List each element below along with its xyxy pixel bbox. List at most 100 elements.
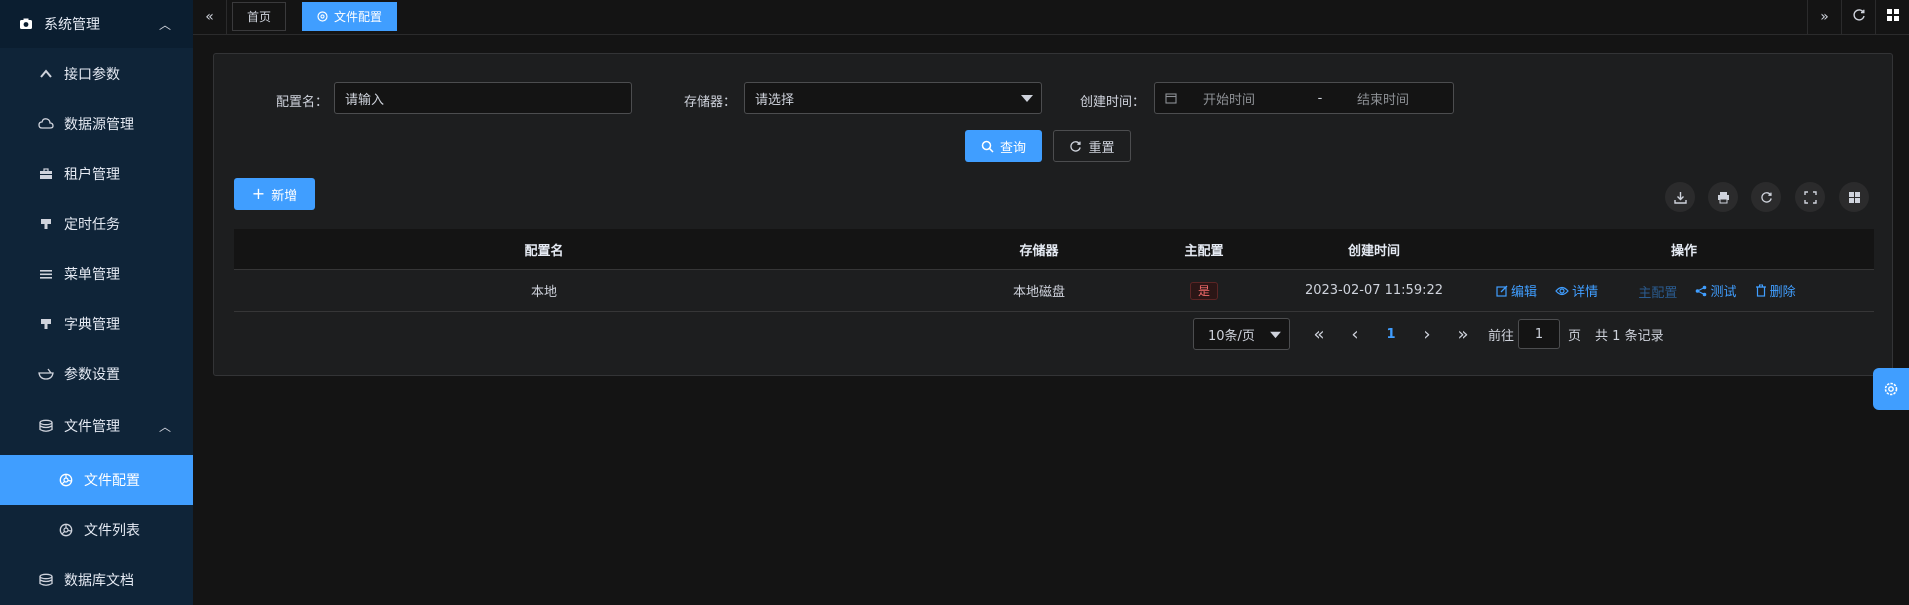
query-button[interactable]: 查询 xyxy=(965,130,1042,162)
sidebar-item-api-params[interactable]: 接口参数 xyxy=(0,49,193,99)
config-table: 配置名 存储器 主配置 创建时间 操作 本地 本地磁盘 是 2023-02-07… xyxy=(234,229,1874,312)
sidebar-item-tenant[interactable]: 租户管理 xyxy=(0,149,193,199)
page-unit-label: 页 xyxy=(1568,328,1582,344)
sidebar-item-label: 租户管理 xyxy=(64,167,120,183)
caret-down-icon xyxy=(1270,330,1281,339)
sidebar-item-file-config[interactable]: 文件配置 xyxy=(0,455,193,505)
eye-icon xyxy=(1555,285,1569,297)
page-number-current[interactable]: 1 xyxy=(1380,327,1402,342)
edit-button[interactable]: 编辑 xyxy=(1496,281,1537,300)
status-badge: 是 xyxy=(1189,282,1218,300)
scroll-left-button[interactable]: « xyxy=(193,0,227,34)
delete-button[interactable]: 删除 xyxy=(1755,281,1796,300)
aperture-icon xyxy=(58,522,74,538)
fullscreen-button[interactable] xyxy=(1795,182,1825,212)
goto-page-input[interactable]: 1 xyxy=(1518,319,1561,349)
range-separator: - xyxy=(1317,90,1323,106)
sidebar-item-dictionary[interactable]: 字典管理 xyxy=(0,299,193,349)
storage-select[interactable]: 请选择 xyxy=(744,82,1042,114)
sidebar-item-label: 文件配置 xyxy=(84,473,140,489)
sidebar-root-label: 系统管理 xyxy=(44,17,100,33)
sidebar-item-menu[interactable]: 菜单管理 xyxy=(0,249,193,299)
refresh-icon xyxy=(1069,140,1082,153)
column-settings-button[interactable] xyxy=(1839,182,1869,212)
sidebar-item-datasource[interactable]: 数据源管理 xyxy=(0,99,193,149)
sidebar-item-label: 字典管理 xyxy=(64,317,120,333)
reset-button[interactable]: 重置 xyxy=(1053,130,1131,162)
add-button[interactable]: + 新增 xyxy=(234,178,315,210)
chevron-up-icon xyxy=(38,66,54,82)
grid-icon xyxy=(1848,191,1861,204)
storage-label: 存储器： xyxy=(684,95,737,110)
next-page-button[interactable]: › xyxy=(1416,324,1438,345)
scroll-right-button[interactable]: » xyxy=(1807,0,1841,34)
detail-button[interactable]: 详情 xyxy=(1555,281,1598,300)
set-master-button[interactable]: 主配置 xyxy=(1638,282,1677,301)
page-size-select[interactable]: 10条/页 xyxy=(1193,318,1290,350)
calendar-icon xyxy=(1165,92,1177,104)
cell-created: 2023-02-07 11:59:22 xyxy=(1304,283,1444,298)
column-header: 操作 xyxy=(1670,243,1697,259)
gear-icon xyxy=(1883,381,1899,397)
double-chevron-right-icon: » xyxy=(1820,9,1829,25)
sidebar-item-file-list[interactable]: 文件列表 xyxy=(0,505,193,555)
cell-storage: 本地磁盘 xyxy=(1012,285,1065,300)
trash-icon xyxy=(1755,284,1767,297)
tab-label: 文件配置 xyxy=(334,10,383,24)
sidebar-item-scheduled-tasks[interactable]: 定时任务 xyxy=(0,199,193,249)
column-header: 配置名 xyxy=(524,243,564,259)
aperture-icon xyxy=(58,472,74,488)
cell-actions: 编辑 详情 主配置 测试 删除 xyxy=(1496,281,1876,301)
search-icon xyxy=(981,140,994,153)
sidebar-item-label: 定时任务 xyxy=(64,217,120,233)
tab-menu-button[interactable] xyxy=(1875,0,1909,34)
chevron-up-icon: ︿ xyxy=(158,17,171,32)
sidebar-item-label: 文件管理 xyxy=(64,419,120,435)
table-row: 本地 本地磁盘 是 2023-02-07 11:59:22 编辑 详情 主配置 xyxy=(234,269,1874,312)
refresh-icon xyxy=(1760,191,1773,204)
goto-label: 前往 xyxy=(1488,328,1515,344)
refresh-table-button[interactable] xyxy=(1751,182,1781,212)
created-time-range[interactable]: 开始时间 - 结束时间 xyxy=(1154,82,1454,114)
test-button[interactable]: 测试 xyxy=(1695,281,1736,300)
first-page-button[interactable]: « xyxy=(1308,324,1330,345)
sidebar-item-label: 参数设置 xyxy=(64,367,120,383)
last-page-button[interactable]: » xyxy=(1452,324,1474,345)
database-icon xyxy=(38,572,54,588)
tab-home[interactable]: 首页 xyxy=(232,2,287,31)
table-header: 配置名 存储器 主配置 创建时间 操作 xyxy=(234,229,1874,269)
sidebar-item-label: 菜单管理 xyxy=(64,267,120,283)
caret-down-icon xyxy=(1021,92,1033,107)
start-time-placeholder: 开始时间 xyxy=(1203,92,1256,108)
database-icon xyxy=(38,418,54,434)
bowl-icon xyxy=(38,366,54,382)
fullscreen-icon xyxy=(1803,190,1817,204)
sidebar-root-system[interactable]: 系统管理 ︿ xyxy=(0,0,193,48)
input-placeholder: 请输入 xyxy=(345,92,385,108)
briefcase-icon xyxy=(38,166,54,182)
sidebar-item-label: 数据库文档 xyxy=(64,573,134,589)
cloud-icon xyxy=(38,116,54,132)
tab-file-config[interactable]: 文件配置 xyxy=(302,2,398,31)
button-label: 查询 xyxy=(999,140,1026,156)
sidebar-item-file-management[interactable]: 文件管理 ︿ xyxy=(0,401,193,451)
sidebar-item-db-docs[interactable]: 数据库文档 xyxy=(0,555,193,605)
pagination: 10条/页 « ‹ 1 › » 前往 1 页 共 1 条记录 xyxy=(1193,318,1664,350)
print-button[interactable] xyxy=(1708,182,1738,212)
button-label: 重置 xyxy=(1088,140,1115,156)
camera-icon xyxy=(18,16,34,32)
sidebar-item-label: 文件列表 xyxy=(84,523,140,539)
sidebar: 系统管理 ︿ 接口参数 数据源管理 租户管理 定时任务 菜单管理 字典管理 参数… xyxy=(0,0,193,605)
sidebar-item-params[interactable]: 参数设置 xyxy=(0,349,193,399)
double-chevron-left-icon: « xyxy=(205,9,214,25)
settings-float-button[interactable] xyxy=(1873,368,1909,410)
export-button[interactable] xyxy=(1665,182,1695,212)
select-placeholder: 请选择 xyxy=(755,92,795,108)
stamp-icon xyxy=(38,316,54,332)
config-name-input[interactable]: 请输入 xyxy=(334,82,632,114)
prev-page-button[interactable]: ‹ xyxy=(1344,324,1366,345)
stamp-icon xyxy=(38,216,54,232)
main-card: 配置名： 请输入 存储器： 请选择 创建时间： 开始时间 - 结束时间 查询 重… xyxy=(213,53,1893,376)
aperture-icon xyxy=(317,11,328,22)
refresh-tab-button[interactable] xyxy=(1841,0,1875,34)
